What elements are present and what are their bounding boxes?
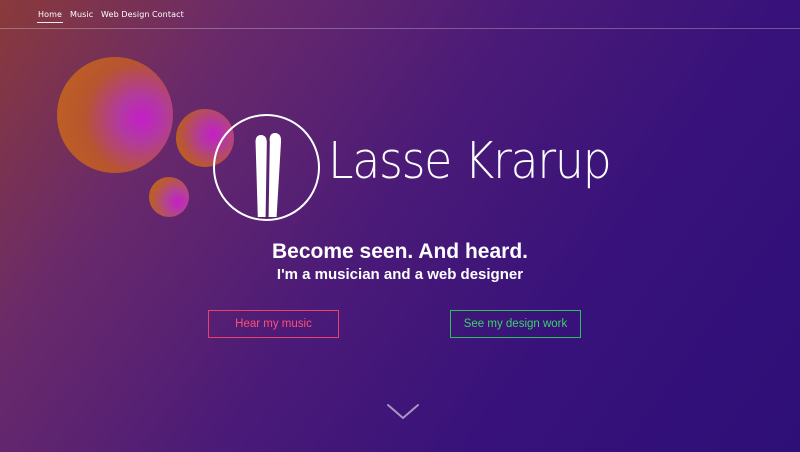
nav-item-home[interactable]: Home: [36, 10, 64, 23]
nav-item-web-design[interactable]: Web Design: [101, 10, 150, 19]
see-design-button[interactable]: See my design work: [450, 310, 581, 338]
logo-badge: [213, 114, 320, 221]
hero-subheadline: I'm a musician and a web designer: [276, 266, 524, 283]
nav-item-contact[interactable]: Contact: [152, 10, 184, 19]
top-navigation: Home Music Web Design Contact: [0, 0, 800, 29]
drumsticks-icon: [255, 133, 282, 217]
logo-name: Lasse Krarup: [328, 132, 612, 191]
small-bubble: [149, 177, 189, 217]
chevron-down-icon[interactable]: [386, 403, 420, 421]
large-bubble: [57, 57, 173, 173]
hero-headline: Become seen. And heard.: [272, 240, 528, 263]
nav-item-music[interactable]: Music: [70, 10, 93, 19]
hear-music-button[interactable]: Hear my music: [208, 310, 339, 338]
